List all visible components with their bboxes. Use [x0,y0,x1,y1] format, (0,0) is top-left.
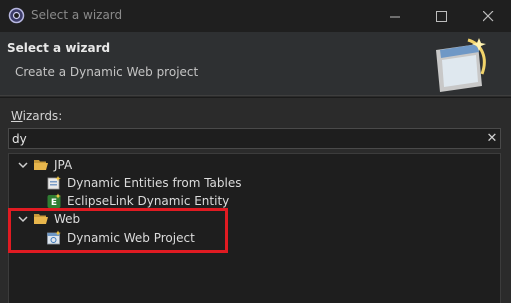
header-separator-shadow [0,97,511,98]
folder-open-icon [34,160,48,170]
tree-label-dynamic-entities: Dynamic Entities from Tables [67,176,242,190]
maximize-icon [435,10,447,22]
header-description: Create a Dynamic Web project [15,65,199,79]
wizards-label: Wizards: [11,109,62,123]
highlight-annotation [8,208,228,253]
eclipselink-entity-icon: E [47,193,61,208]
tree-label-eclipselink-entity: EclipseLink Dynamic Entity [67,194,230,208]
svg-text:E: E [51,198,57,208]
tree-node-jpa[interactable]: JPA [17,156,72,174]
eclipse-app-icon [8,7,25,24]
minimize-icon [389,16,400,17]
minimize-button[interactable] [372,0,418,32]
header-separator [0,95,511,96]
header-title: Select a wizard [7,41,111,55]
clear-filter-icon[interactable]: ✕ [485,130,499,147]
window-title: Select a wizard [31,8,123,22]
chevron-down-icon[interactable] [17,159,29,171]
maximize-button[interactable] [418,0,464,32]
window-titlebar: Select a wizard [0,0,511,32]
tree-item-dynamic-entities[interactable]: Dynamic Entities from Tables [46,174,241,192]
wizard-filter-box: ✕ [8,128,501,149]
close-icon [482,10,493,21]
wizard-filter-input[interactable] [12,130,472,147]
dynamic-entities-icon [47,176,61,190]
wizards-mnemonic: W [11,109,23,123]
wizards-label-rest: izards: [22,109,63,123]
close-button[interactable] [465,0,511,32]
tree-label-jpa: JPA [54,158,73,172]
wizard-banner-icon [436,38,486,92]
